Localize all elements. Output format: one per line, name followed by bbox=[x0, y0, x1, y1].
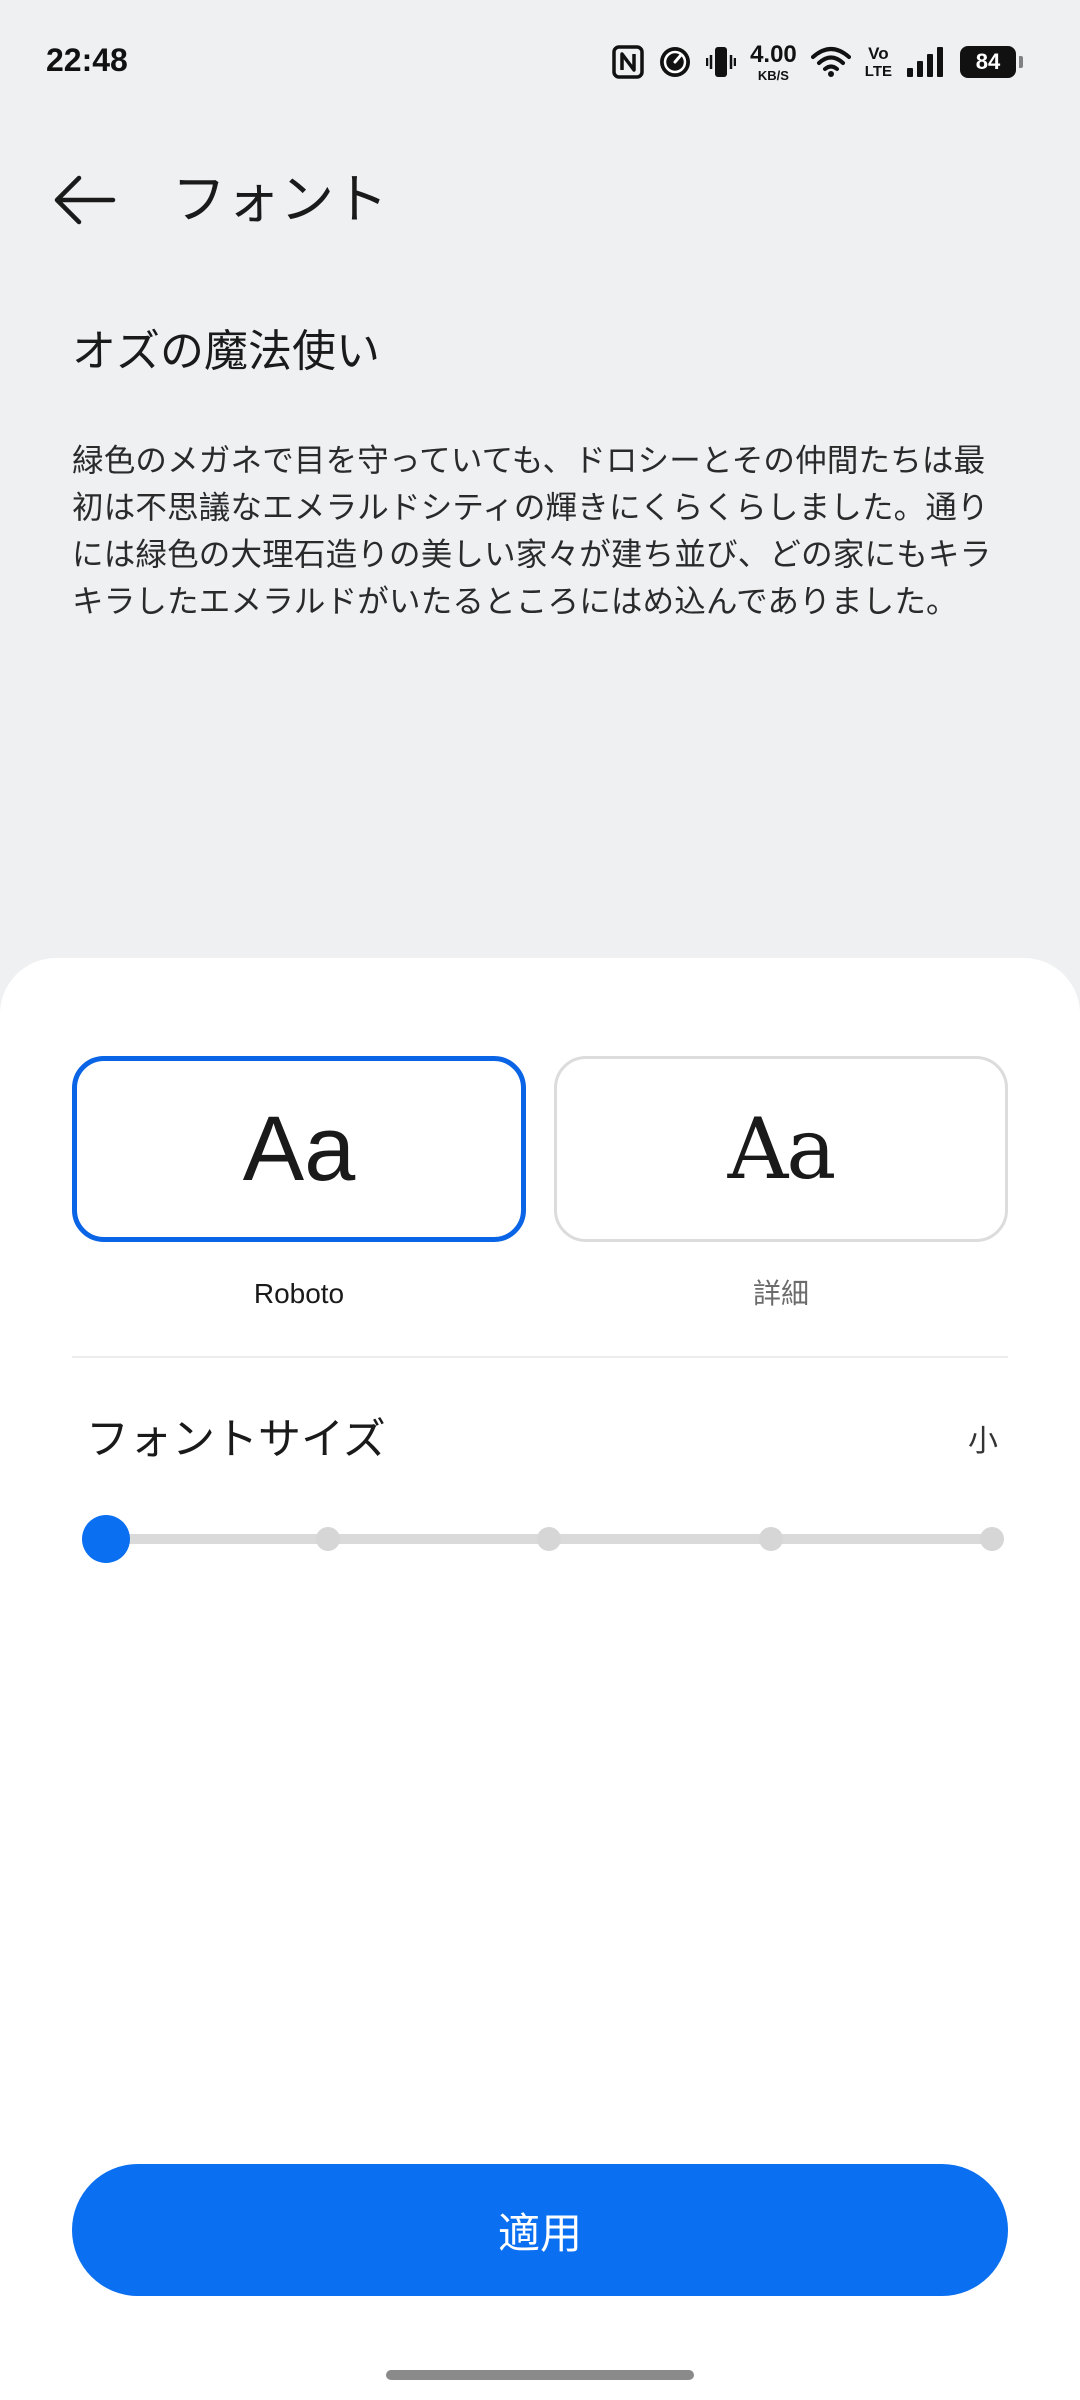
preview-title: オズの魔法使い bbox=[72, 326, 380, 377]
font-size-title: フォントサイズ bbox=[86, 1415, 386, 1465]
slider-step-5[interactable] bbox=[980, 1527, 1004, 1551]
font-sample: Aa bbox=[242, 1097, 356, 1200]
status-icons: 4.00 KB/S Vo LTE 84 bbox=[612, 40, 1023, 84]
font-sample: Aa bbox=[727, 1100, 837, 1198]
font-option-label: Roboto bbox=[253, 1278, 345, 1309]
wifi-icon bbox=[810, 46, 851, 78]
nfc-icon bbox=[612, 45, 644, 79]
network-speed-unit: KB/S bbox=[757, 67, 789, 83]
font-option-roboto[interactable]: Aa bbox=[72, 1056, 526, 1242]
signal-icon bbox=[906, 46, 946, 78]
volte-top: Vo bbox=[868, 44, 889, 63]
font-option-label: 詳細 bbox=[752, 1277, 809, 1310]
volte-bottom: LTE bbox=[864, 63, 892, 80]
font-settings-sheet: Aa Aa Roboto 詳細 フォントサイズ 小 適用 bbox=[0, 958, 1080, 2400]
back-button[interactable] bbox=[44, 164, 124, 236]
font-size-slider[interactable] bbox=[82, 1510, 1004, 1566]
status-bar: 22:48 4.00 KB/S Vo LTE 84 bbox=[0, 0, 1080, 124]
speedometer-icon bbox=[658, 45, 692, 79]
slider-step-2[interactable] bbox=[315, 1527, 340, 1551]
font-size-value: 小 bbox=[968, 1424, 998, 1459]
divider bbox=[72, 1356, 1008, 1358]
arrow-left-icon bbox=[54, 175, 116, 225]
network-speed-value: 4.00 bbox=[750, 40, 797, 68]
battery-icon: 84 bbox=[960, 46, 1023, 78]
page-title: フォント bbox=[172, 168, 388, 231]
volte-indicator: Vo LTE bbox=[865, 45, 892, 79]
status-time: 22:48 bbox=[46, 42, 128, 78]
slider-thumb[interactable] bbox=[82, 1515, 130, 1563]
app-header: フォント bbox=[0, 150, 1080, 250]
preview-body: 緑色のメガネで目を守っていても、ドロシーとその仲間たちは最初は不思議なエメラルド… bbox=[72, 443, 992, 620]
home-indicator[interactable] bbox=[386, 2370, 694, 2380]
network-speed: 4.00 KB/S bbox=[750, 40, 797, 83]
font-option-details[interactable]: Aa bbox=[554, 1056, 1008, 1242]
battery-level: 84 bbox=[975, 49, 1001, 74]
slider-step-4[interactable] bbox=[758, 1527, 783, 1551]
apply-button[interactable]: 適用 bbox=[72, 2164, 1008, 2296]
slider-step-3[interactable] bbox=[537, 1527, 561, 1551]
vibrate-icon bbox=[706, 45, 737, 79]
